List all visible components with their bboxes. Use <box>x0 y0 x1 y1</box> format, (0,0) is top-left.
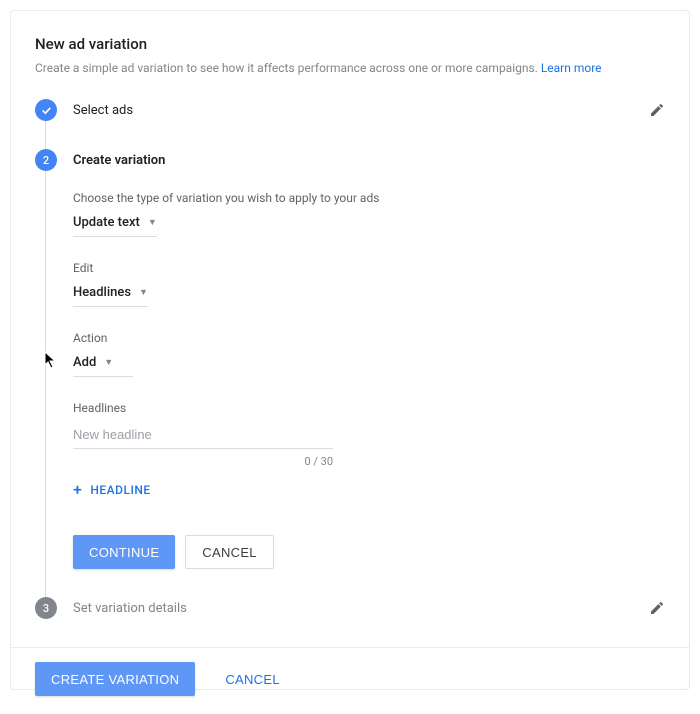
step-content: Create variation Choose the type of vari… <box>57 149 665 597</box>
dropdown-value: Add <box>73 355 96 370</box>
variation-type-dropdown[interactable]: Update text ▼ <box>73 211 157 237</box>
step-create-variation: 2 Create variation Choose the type of va… <box>35 149 665 597</box>
step-badge-inactive: 3 <box>35 597 57 619</box>
step-badge-active: 2 <box>35 149 57 171</box>
step-content: Set variation details <box>57 597 665 647</box>
pencil-icon[interactable] <box>649 102 665 118</box>
page-subtitle: Create a simple ad variation to see how … <box>35 61 665 75</box>
step-title: Select ads <box>73 103 133 118</box>
cancel-footer-button[interactable]: CANCEL <box>209 662 296 696</box>
step-buttons: CONTINUE CANCEL <box>73 535 665 569</box>
step-title: Set variation details <box>73 601 187 616</box>
dropdown-value: Update text <box>73 215 140 230</box>
action-dropdown[interactable]: Add ▼ <box>73 351 133 377</box>
subtitle-text: Create a simple ad variation to see how … <box>35 61 541 75</box>
dropdown-value: Headlines <box>73 285 131 300</box>
step-select-ads: Select ads <box>35 99 665 149</box>
pencil-icon[interactable] <box>649 600 665 616</box>
edit-label: Edit <box>73 261 665 275</box>
headline-input[interactable] <box>73 421 333 449</box>
plus-icon: + <box>73 482 82 498</box>
learn-more-link[interactable]: Learn more <box>541 61 602 75</box>
step-connector <box>45 171 46 599</box>
step-header: Create variation <box>73 149 665 171</box>
chevron-down-icon: ▼ <box>104 357 113 368</box>
add-headline-label: HEADLINE <box>90 483 150 497</box>
step-connector <box>45 121 46 151</box>
step-badge-done <box>35 99 57 121</box>
variation-instruction: Choose the type of variation you wish to… <box>73 191 665 205</box>
step-header: Select ads <box>73 99 665 121</box>
step-header: Set variation details <box>73 597 665 619</box>
add-headline-button[interactable]: + HEADLINE <box>73 482 151 498</box>
create-variation-button[interactable]: CREATE VARIATION <box>35 662 195 696</box>
page-title: New ad variation <box>35 35 665 53</box>
step-content: Select ads <box>57 99 665 149</box>
chevron-down-icon: ▼ <box>148 217 157 228</box>
continue-button[interactable]: CONTINUE <box>73 535 175 569</box>
cancel-step-button[interactable]: CANCEL <box>185 535 274 569</box>
edit-dropdown[interactable]: Headlines ▼ <box>73 281 148 307</box>
check-icon <box>40 104 53 117</box>
headlines-label: Headlines <box>73 401 665 415</box>
chevron-down-icon: ▼ <box>139 287 148 298</box>
stepper: Select ads 2 Create variation Choose the… <box>35 99 665 647</box>
char-count: 0 / 30 <box>73 455 333 468</box>
step-body: Choose the type of variation you wish to… <box>73 171 665 569</box>
step-title: Create variation <box>73 153 165 168</box>
footer: CREATE VARIATION CANCEL <box>11 647 689 710</box>
action-label: Action <box>73 331 665 345</box>
step-variation-details: 3 Set variation details <box>35 597 665 647</box>
ad-variation-card: New ad variation Create a simple ad vari… <box>10 10 690 690</box>
